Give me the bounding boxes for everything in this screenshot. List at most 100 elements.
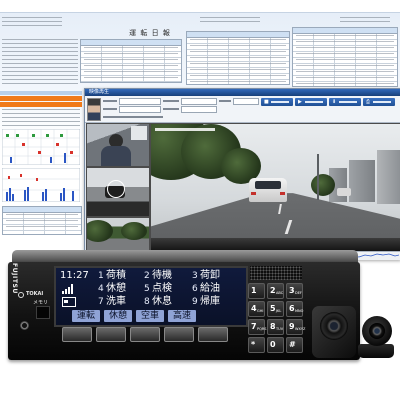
- button-label: [373, 101, 391, 103]
- softkey-label: 空車: [136, 310, 164, 322]
- player-titlebar[interactable]: 映像再生: [85, 89, 400, 96]
- key-5[interactable]: 5 JKL: [267, 301, 284, 317]
- table-cells: [6, 214, 78, 232]
- memory-card-slot[interactable]: [36, 306, 50, 319]
- key-number: 9: [289, 322, 295, 331]
- key-number: #: [289, 340, 296, 349]
- report-title: 運 転 日 報: [129, 29, 171, 37]
- report-speed-chart: [2, 168, 80, 202]
- period-field[interactable]: [181, 106, 217, 113]
- key-3[interactable]: 3 DEF: [286, 283, 303, 299]
- export-button[interactable]: ⎙: [363, 98, 395, 106]
- button-label: [339, 101, 357, 103]
- function-button-4[interactable]: [164, 327, 194, 342]
- camera-view-main[interactable]: [150, 123, 400, 253]
- card-icon: [62, 297, 76, 307]
- function-button-5[interactable]: [198, 327, 228, 342]
- button-label: [271, 101, 289, 103]
- status-label: 洗車: [106, 296, 126, 307]
- table-cells: [296, 35, 394, 84]
- key-star[interactable]: *: [248, 337, 265, 353]
- key-number: 4: [251, 304, 257, 313]
- play-button[interactable]: ▶: [295, 98, 327, 106]
- report-table-fuel: [292, 27, 398, 87]
- softkey-label: 高速: [168, 310, 196, 322]
- key-2[interactable]: 2 ABC: [267, 283, 284, 299]
- report-timeline-chart: [2, 129, 80, 165]
- cabin-window: [131, 126, 147, 140]
- key-0[interactable]: 0: [267, 337, 284, 353]
- key-hash[interactable]: #: [286, 337, 303, 353]
- play-icon: ▶: [298, 99, 302, 105]
- driver-field[interactable]: [119, 98, 161, 105]
- dome-camera: [356, 314, 396, 360]
- key-7[interactable]: 7 PQRS: [248, 319, 267, 335]
- report-row-highlight: [0, 96, 82, 101]
- key-number: 5: [270, 304, 276, 313]
- softkey-label: 休憩: [104, 310, 132, 322]
- camera-view-front-low[interactable]: [86, 167, 150, 217]
- parked-car: [337, 188, 351, 196]
- status-label: 帰庫: [200, 296, 220, 307]
- key-number: 1: [251, 286, 257, 295]
- status-label: 待機: [152, 270, 172, 281]
- function-button-1[interactable]: [62, 327, 92, 342]
- key-6[interactable]: 6 MNO: [286, 301, 303, 317]
- key-number: 6: [289, 304, 295, 313]
- status-number: 7: [98, 297, 104, 307]
- vehicle-field[interactable]: [119, 106, 161, 113]
- tail-light: [280, 192, 285, 195]
- driver-photo: [87, 98, 101, 121]
- time-field[interactable]: [233, 98, 259, 105]
- status-number: 6: [192, 284, 198, 294]
- softkey-label: 運転: [72, 310, 100, 322]
- report-summary-text: [2, 39, 78, 87]
- download-button[interactable]: ⬇: [329, 98, 361, 106]
- detection-marker: [107, 180, 125, 198]
- driver-body: [101, 146, 131, 166]
- status-number: 3: [192, 271, 198, 281]
- table-header: [293, 28, 397, 34]
- report-table-totals: [2, 206, 82, 235]
- camera-view-cabin[interactable]: [86, 123, 150, 167]
- lcd-display: 11:27 1 荷積 2 待機 3 荷卸 4 休憩 5 点検 6 給油 7 洗車…: [54, 266, 248, 327]
- stop-icon: ■: [264, 99, 269, 105]
- connector-jack: [20, 321, 29, 330]
- key-number: 2: [270, 286, 276, 295]
- badge-text: TOKAI: [26, 291, 44, 297]
- brand-logo: FUJITSU: [11, 263, 18, 294]
- date-field[interactable]: [181, 98, 217, 105]
- key-4[interactable]: 4 GHI: [248, 301, 265, 317]
- key-8[interactable]: 8 TUV: [267, 319, 284, 335]
- function-button-2[interactable]: [96, 327, 126, 342]
- status-number: 8: [144, 297, 150, 307]
- stop-button[interactable]: ■: [261, 98, 293, 106]
- key-letters: JKL: [276, 309, 282, 313]
- download-icon: ⬇: [332, 99, 337, 105]
- key-letters: DEF: [295, 291, 302, 295]
- key-number: 0: [270, 340, 276, 349]
- tree: [311, 174, 335, 196]
- badge-logo-icon: [18, 292, 24, 298]
- video-player-window: 映像再生 ■ ▶ ⬇ ⎙: [84, 88, 400, 260]
- status-number: 4: [98, 284, 104, 294]
- field-label: [163, 108, 179, 110]
- export-icon: ⎙: [366, 99, 371, 105]
- status-number: 9: [192, 297, 198, 307]
- field-label: [219, 100, 231, 102]
- report-row-header: [0, 91, 82, 95]
- status-label: 給油: [200, 283, 220, 294]
- key-9[interactable]: 9 WXYZ: [286, 319, 305, 335]
- camera-mount: [358, 344, 394, 358]
- button-label: [305, 101, 323, 103]
- rear-window: [255, 181, 281, 189]
- function-button-3[interactable]: [130, 327, 160, 342]
- camera-view-side[interactable]: [86, 217, 150, 253]
- status-label: 荷卸: [200, 270, 220, 281]
- key-1[interactable]: 1: [248, 283, 265, 299]
- video-timestamp: [155, 128, 215, 131]
- tree: [87, 220, 113, 242]
- report-header-meta: [200, 17, 260, 23]
- key-letters: ABC: [276, 291, 284, 295]
- key-letters: TUV: [276, 327, 284, 331]
